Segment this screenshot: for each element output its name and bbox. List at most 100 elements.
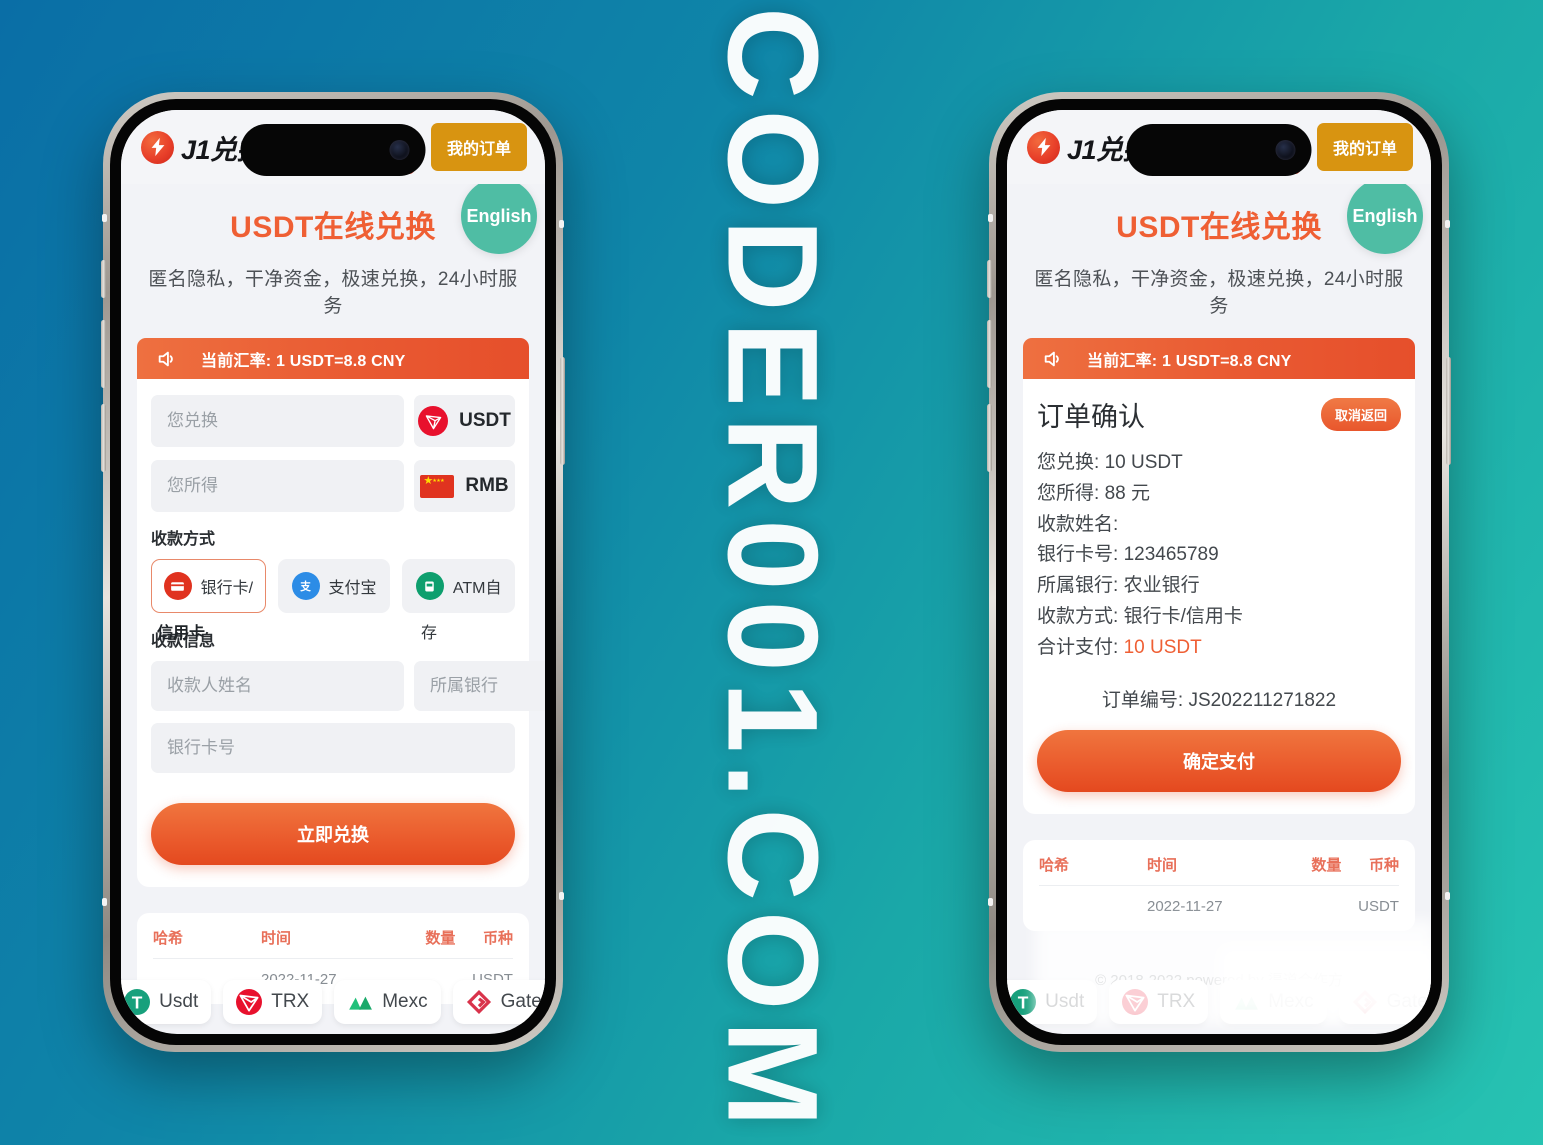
order-line-label: 所属银行: <box>1037 575 1119 597</box>
page-scroll-area[interactable]: J1兑换 我的订单 USDT在线兑换 English 匿名隐私，干净资金，极速兑… <box>1007 110 1431 1034</box>
exchange-chip-gate-label: Gate <box>1386 991 1428 1012</box>
page-subtitle: 匿名隐私，干净资金，极速兑换，24小时服务 <box>1034 269 1404 317</box>
table-header-row: 哈希 时间 数量 币种 <box>1039 854 1399 887</box>
order-confirm-header: 订单确认 取消返回 <box>1037 395 1401 434</box>
receive-amount-input[interactable] <box>151 460 404 512</box>
antenna-line <box>988 898 993 906</box>
rate-text: 当前汇率: 1 USDT=8.8 CNY <box>1087 352 1292 370</box>
atm-icon <box>415 572 444 600</box>
receive-coin-selector[interactable]: RMB <box>414 460 515 512</box>
front-camera-icon <box>1275 140 1296 160</box>
phone-side-button-power <box>1446 357 1451 465</box>
payment-method-label: 收款方式 <box>151 531 216 548</box>
order-line: 所属银行: 农业银行 <box>1037 571 1401 602</box>
order-line-value: 88 元 <box>1104 482 1150 504</box>
order-number-value: JS202211271822 <box>1188 690 1337 712</box>
phone-side-button-mute <box>101 260 106 298</box>
payee-name-input[interactable] <box>151 661 404 711</box>
payment-method-atm[interactable]: ATM自 <box>402 559 516 613</box>
order-line-value: 银行卡/信用卡 <box>1123 605 1243 627</box>
cell-hash <box>1039 898 1147 915</box>
receive-row: RMB <box>151 460 515 512</box>
antenna-line <box>988 214 993 222</box>
exchange-chip-usdt-label: Usdt <box>1045 991 1085 1012</box>
exchange-chip-trx[interactable]: TRX <box>223 980 323 1024</box>
submit-exchange-button[interactable]: 立即兑换 <box>151 803 515 865</box>
language-toggle-button[interactable]: English <box>1347 178 1423 254</box>
phone-mockup-left: J1兑换 我的订单 USDT在线兑换 English 匿名隐私，干净资金，极速兑… <box>101 92 565 1052</box>
order-line-value: 123465789 <box>1123 544 1219 566</box>
tron-icon <box>1122 989 1149 1015</box>
front-camera-icon <box>389 140 410 160</box>
payment-method-bankcard-label: 银行卡/ <box>200 580 254 597</box>
tron-icon <box>236 989 263 1015</box>
card-number-input[interactable] <box>151 723 515 773</box>
order-line: 银行卡号: 123465789 <box>1037 540 1401 571</box>
table-header-hash: 哈希 <box>153 930 184 947</box>
antenna-line <box>559 892 564 900</box>
phone-bezel: J1兑换 我的订单 USDT在线兑换 English 匿名隐私，干净资金，极速兑… <box>996 99 1442 1045</box>
cell-coin: USDT <box>1358 898 1399 916</box>
phone-mockup-right: J1兑换 我的订单 USDT在线兑换 English 匿名隐私，干净资金，极速兑… <box>987 92 1451 1052</box>
order-total-value: 10 USDT <box>1123 636 1202 658</box>
pay-coin-selector[interactable]: USDT <box>414 395 515 447</box>
exchange-chip-trx-label: TRX <box>1157 991 1196 1012</box>
payment-method-bankcard[interactable]: 银行卡/ <box>151 559 266 613</box>
my-orders-button[interactable]: 我的订单 <box>430 123 527 171</box>
order-confirm-card: 订单确认 取消返回 您兑换: 10 USDT 您所得: 88 元 收款姓名: 银… <box>1023 379 1415 815</box>
payment-method-bankcard-overflow: 信用卡 <box>157 625 206 642</box>
payment-method-alipay[interactable]: 支 支付宝 <box>277 559 391 613</box>
cell-amount <box>1269 898 1341 915</box>
lightning-logo-icon <box>1027 130 1060 164</box>
exchange-chip-usdt-label: Usdt <box>159 991 199 1012</box>
antenna-line <box>102 214 107 222</box>
exchange-chip-mexc[interactable]: Mexc <box>334 980 441 1024</box>
order-line: 您所得: 88 元 <box>1037 479 1401 510</box>
exchange-chip-gate-label: Gate <box>500 991 542 1012</box>
payment-method-atm-label: ATM自 <box>452 580 502 597</box>
tether-icon: T <box>1010 989 1037 1015</box>
page-scroll-area[interactable]: J1兑换 我的订单 USDT在线兑换 English 匿名隐私，干净资金，极速兑… <box>121 110 545 1034</box>
rate-banner: 当前汇率: 1 USDT=8.8 CNY <box>1023 338 1415 379</box>
exchange-chip-usdt[interactable]: T Usdt <box>1007 980 1098 1024</box>
exchange-chip-trx[interactable]: TRX <box>1109 980 1209 1024</box>
china-flag-icon <box>420 474 455 498</box>
megaphone-icon <box>158 351 173 366</box>
phone-side-button-volume-down <box>987 404 992 472</box>
exchange-links-bar-left: T Usdt TRX Mexc Gate <box>121 980 545 1024</box>
antenna-line <box>1445 220 1450 228</box>
exchange-chip-gate[interactable]: Gate <box>452 980 545 1024</box>
order-confirm-title: 订单确认 <box>1037 402 1145 432</box>
table-row: 2022-11-27 USDT <box>1039 886 1399 915</box>
table-header-row: 哈希 时间 数量 币种 <box>153 927 513 959</box>
cancel-return-button[interactable]: 取消返回 <box>1320 398 1401 431</box>
svg-text:T: T <box>132 993 143 1013</box>
exchange-form-card: USDT RMB 收款方式 <box>137 379 545 887</box>
exchange-chip-mexc[interactable]: Mexc <box>1220 980 1327 1024</box>
order-line-label: 您兑换: <box>1037 452 1100 473</box>
order-line-label: 银行卡号: <box>1037 544 1119 566</box>
order-line-value: 农业银行 <box>1123 575 1200 597</box>
exchange-chip-gate[interactable]: Gate <box>1338 980 1431 1024</box>
receive-coin-label: RMB <box>465 475 509 496</box>
order-line-label: 收款姓名: <box>1037 513 1119 535</box>
payment-method-group: 银行卡/ 支 支付宝 ATM自 信用卡 存 <box>151 559 516 642</box>
order-line-label: 合计支付: <box>1037 636 1119 658</box>
language-toggle-button[interactable]: English <box>461 178 537 254</box>
mexc-icon <box>1233 989 1259 1015</box>
exchange-chip-usdt[interactable]: T Usdt <box>121 980 212 1024</box>
gate-icon <box>1352 989 1378 1015</box>
confirm-payment-button[interactable]: 确定支付 <box>1037 730 1401 793</box>
my-orders-button[interactable]: 我的订单 <box>1316 123 1413 171</box>
rate-banner: 当前汇率: 1 USDT=8.8 CNY <box>137 338 529 379</box>
antenna-line <box>102 898 107 906</box>
table-header-hash: 哈希 <box>1039 857 1070 875</box>
order-line: 您兑换: 10 USDT <box>1037 448 1401 479</box>
order-line: 收款姓名: <box>1037 510 1401 541</box>
dynamic-island <box>1126 124 1312 176</box>
bank-name-input[interactable] <box>414 661 545 711</box>
table-header-time: 时间 <box>261 930 292 947</box>
table-header-amount: 数量 <box>425 930 456 947</box>
tron-usdt-icon <box>418 406 449 436</box>
pay-amount-input[interactable] <box>151 395 404 447</box>
